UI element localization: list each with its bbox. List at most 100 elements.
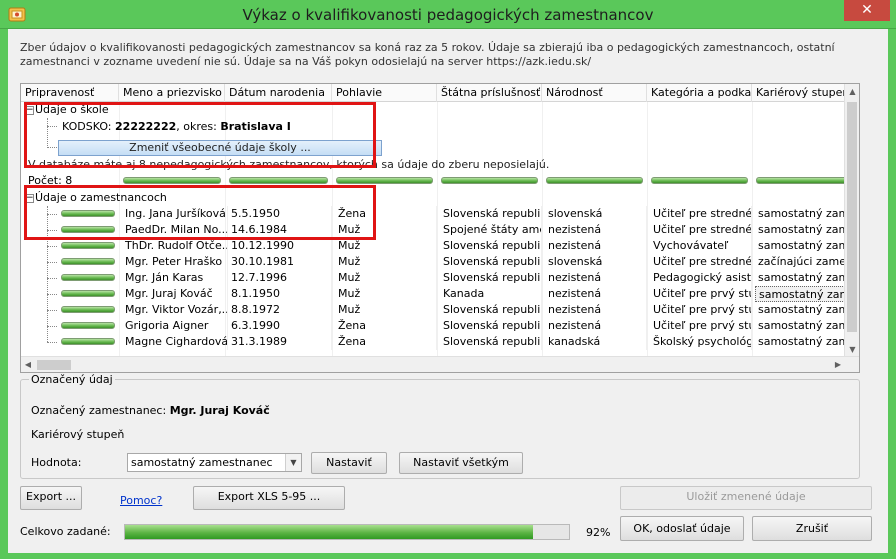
scroll-left-icon[interactable]: ◀ [21,357,35,372]
cell-citizenship[interactable]: Spojené štáty ame... [440,222,542,238]
cell-category[interactable]: Školský psychológ [650,334,752,350]
window-title: Výkaz o kvalifikovanosti pedagogických z… [242,6,654,24]
cell-dob[interactable]: 10.12.1990 [228,238,332,254]
table-row[interactable]: Mgr. Viktor Vozár,... 8.8.1972 Muž Slovensk… [21,302,857,318]
value-label: Hodnota: [31,456,82,469]
cell-citizenship[interactable]: Kanada [440,286,542,302]
cell-career[interactable]: samostatný zames... [755,334,857,350]
table-row[interactable]: Mgr. Ján Karas 12.7.1996 Muž Slovenská repu… [21,270,857,286]
selected-item-title: Označený údaj [29,373,115,386]
column-header-sex[interactable]: Pohlavie [332,84,437,102]
table-row[interactable]: Mgr. Juraj Kováč 8.1.1950 Muž Kanada neziste… [21,286,857,302]
cell-career[interactable]: samostatný zames... [755,206,857,222]
cell-career[interactable]: samostatný zames... [755,238,857,254]
cell-nationality[interactable]: nezistená [545,270,647,286]
cell-name[interactable]: Mgr. Viktor Vozár,... [122,302,228,318]
chevron-down-icon[interactable]: ▼ [285,454,301,471]
close-button[interactable]: ✕ [844,0,890,21]
summary-bar [756,177,853,184]
column-header-citizenship[interactable]: Štátna príslušnosť [437,84,542,102]
cell-name[interactable]: Magne Cighardová [122,334,228,350]
cell-dob[interactable]: 12.7.1996 [228,270,332,286]
cell-sex[interactable]: Muž [335,254,437,270]
tree-line [47,262,57,263]
grid-header: Pripravenosť Meno a priezvisko Dátum nar… [21,84,859,102]
cell-category[interactable]: Učiteľ pre stredné... [650,222,752,238]
horizontal-scroll-thumb[interactable] [37,360,71,370]
value-select[interactable]: samostatný zamestnanec ▼ [127,453,302,472]
cell-dob[interactable]: 30.10.1981 [228,254,332,270]
cell-category[interactable]: Učiteľ pre stredné... [650,254,752,270]
window-frame-right [888,29,896,559]
cell-name[interactable]: Mgr. Ján Karas [122,270,228,286]
cell-citizenship[interactable]: Slovenská republi... [440,302,542,318]
cell-category[interactable]: Učiteľ pre prvý stu... [650,302,752,318]
table-row[interactable]: Magne Cighardová 31.3.1989 Žena Slovenská r… [21,334,857,350]
cell-name[interactable]: Grigoria Aigner [122,318,228,334]
cell-nationality[interactable]: nezistená [545,222,647,238]
table-row[interactable]: ThDr. Rudolf Otče... 10.12.1990 Muž Slovens… [21,238,857,254]
cell-sex[interactable]: Muž [335,270,437,286]
cell-name[interactable]: Mgr. Juraj Kováč [122,286,228,302]
column-header-career[interactable]: Kariérový stupeň [752,84,857,102]
column-header-dob[interactable]: Dátum narodenia [225,84,332,102]
column-header-category[interactable]: Kategória a podka... [647,84,752,102]
cell-nationality[interactable]: nezistená [545,238,647,254]
cell-nationality[interactable]: slovenská [545,254,647,270]
table-row[interactable]: Grigoria Aigner 6.3.1990 Žena Slovenská rep… [21,318,857,334]
cell-sex[interactable]: Žena [335,334,437,350]
cell-dob[interactable]: 6.3.1990 [228,318,332,334]
cell-nationality[interactable]: nezistená [545,318,647,334]
cell-citizenship[interactable]: Slovenská republi... [440,206,542,222]
cell-career[interactable]: samostatný zames... [755,286,857,302]
cell-sex[interactable]: Muž [335,238,437,254]
cell-citizenship[interactable]: Slovenská republi... [440,270,542,286]
scroll-up-icon[interactable]: ▲ [845,84,859,100]
cell-sex[interactable]: Muž [335,286,437,302]
intro-text: Zber údajov o kvalifikovanosti pedagogic… [20,41,835,68]
vertical-scrollbar[interactable]: ▲ ▼ [844,84,859,358]
set-all-button[interactable]: Nastaviť všetkým [399,452,523,474]
cell-category[interactable]: Vychovávateľ [650,238,752,254]
title-bar[interactable]: Výkaz o kvalifikovanosti pedagogických z… [0,0,896,29]
column-header-readiness[interactable]: Pripravenosť [21,84,119,102]
cell-category[interactable]: Pedagogický asist... [650,270,752,286]
cell-nationality[interactable]: slovenská [545,206,647,222]
save-changes-button[interactable]: Uložiť zmenené údaje [620,486,872,510]
cell-category[interactable]: Učiteľ pre prvý stu... [650,286,752,302]
cell-citizenship[interactable]: Slovenská republi... [440,254,542,270]
cell-citizenship[interactable]: Slovenská republi... [440,318,542,334]
cell-sex[interactable]: Muž [335,302,437,318]
column-header-nationality[interactable]: Národnosť [542,84,647,102]
cell-citizenship[interactable]: Slovenská republi... [440,238,542,254]
cell-nationality[interactable]: nezistená [545,302,647,318]
cell-citizenship[interactable]: Slovenská republi... [440,334,542,350]
export-xls-button[interactable]: Export XLS 5-95 ... [193,486,345,510]
scroll-right-icon[interactable]: ▶ [831,357,845,372]
cell-dob[interactable]: 8.8.1972 [228,302,332,318]
table-row[interactable]: Mgr. Peter Hraško 30.10.1981 Muž Slovenská … [21,254,857,270]
selected-field-label: Kariérový stupeň [31,428,125,441]
help-link[interactable]: Pomoc? [120,494,162,507]
cell-career[interactable]: samostatný zames... [755,302,857,318]
cell-nationality[interactable]: nezistená [545,286,647,302]
cell-category[interactable]: Učiteľ pre stredné... [650,206,752,222]
cell-name[interactable]: Mgr. Peter Hraško [122,254,228,270]
column-header-name[interactable]: Meno a priezvisko [119,84,225,102]
cell-career[interactable]: samostatný zames... [755,318,857,334]
cell-career[interactable]: začínajúci zamest... [755,254,857,270]
cell-dob[interactable]: 8.1.1950 [228,286,332,302]
cancel-button[interactable]: Zrušiť [752,516,872,541]
cell-category[interactable]: Učiteľ pre prvý stu... [650,318,752,334]
horizontal-scrollbar[interactable]: ◀ ▶ [21,356,859,372]
vertical-scroll-thumb[interactable] [847,102,857,332]
cell-name[interactable]: ThDr. Rudolf Otče... [122,238,228,254]
cell-nationality[interactable]: kanadská [545,334,647,350]
set-button[interactable]: Nastaviť [311,452,387,474]
ok-send-button[interactable]: OK, odoslať údaje [620,516,744,541]
cell-dob[interactable]: 31.3.1989 [228,334,332,350]
cell-career[interactable]: samostatný zames... [755,222,857,238]
cell-sex[interactable]: Žena [335,318,437,334]
export-button[interactable]: Export ... [20,486,82,510]
cell-career[interactable]: samostatný zames... [755,270,857,286]
